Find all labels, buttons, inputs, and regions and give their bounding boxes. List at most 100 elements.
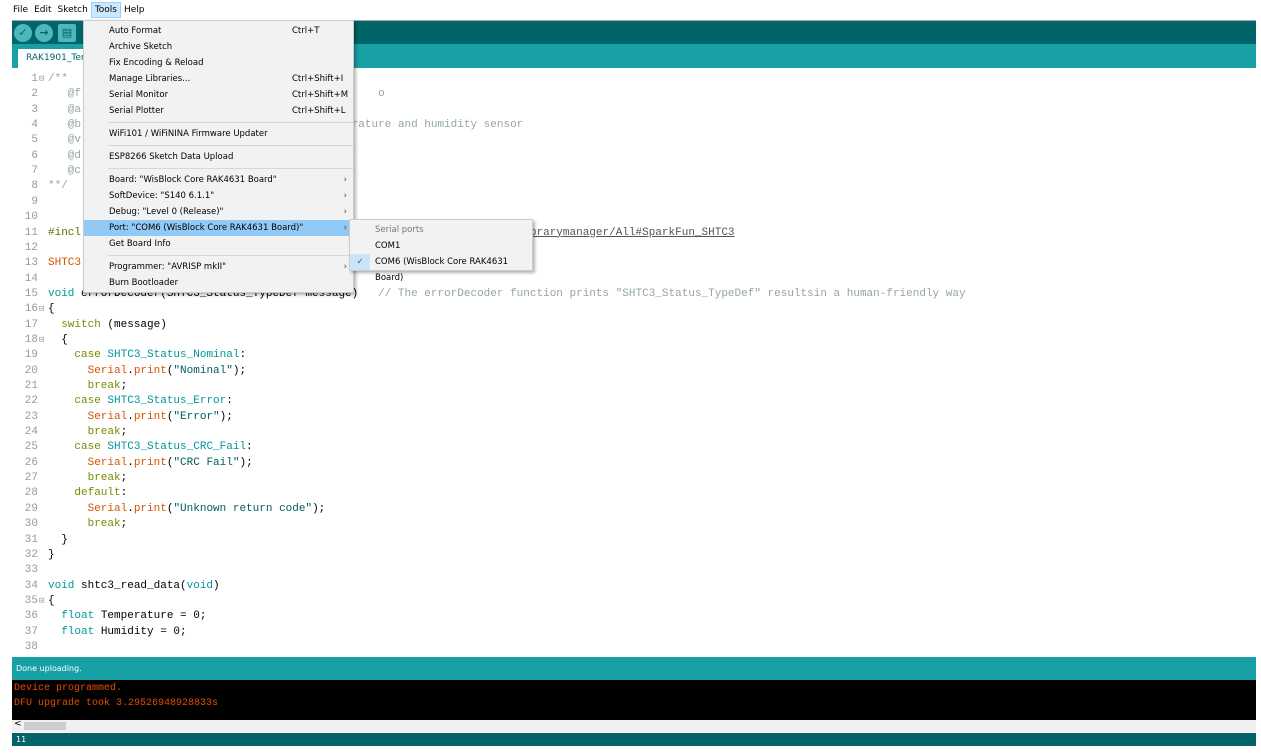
- verify-button[interactable]: ✓: [14, 24, 32, 42]
- code-token: shtc3_read_data(: [74, 579, 187, 592]
- line-number: 36: [24, 610, 38, 623]
- menu-item-label: SoftDevice: "S140 6.1.1": [109, 191, 215, 201]
- code-token: void: [48, 579, 75, 592]
- code-token: float: [61, 625, 95, 638]
- check-icon: ✓: [350, 254, 370, 270]
- line-number: 6: [31, 149, 38, 162]
- menu-sketch[interactable]: Sketch: [55, 3, 91, 17]
- menu-item-label: Programmer: "AVRISP mkII": [109, 262, 227, 272]
- line-number: 28: [24, 487, 38, 500]
- code-token: :: [120, 487, 128, 500]
- code-text: switch (message): [48, 318, 167, 333]
- menu-item[interactable]: Fix Encoding & Reload: [84, 55, 353, 71]
- code-token: default: [74, 487, 121, 500]
- fold-icon[interactable]: ⊟: [39, 333, 44, 348]
- port-item[interactable]: ✓ COM6 (WisBlock Core RAK4631 Board): [350, 254, 532, 283]
- menu-item[interactable]: Programmer: "AVRISP mkII" ›: [84, 259, 353, 275]
- menu-item-label: Auto Format: [109, 26, 162, 36]
- code-token: @v: [48, 134, 82, 147]
- line-number: 22: [24, 395, 38, 408]
- menu-edit[interactable]: Edit: [31, 3, 54, 17]
- code-token: @c: [48, 165, 82, 178]
- menu-item[interactable]: Debug: "Level 0 (Release)" ›: [84, 204, 353, 220]
- menu-item[interactable]: Board: "WisBlock Core RAK4631 Board" ›: [84, 172, 353, 188]
- menu-item[interactable]: Burn Bootloader: [84, 275, 353, 291]
- chevron-right-icon: ›: [343, 191, 347, 201]
- menu-item-label: Serial Plotter: [109, 106, 164, 116]
- menu-item-label: Debug: "Level 0 (Release)": [109, 207, 224, 217]
- code-token: /**: [48, 73, 68, 85]
- menu-help[interactable]: Help: [121, 3, 148, 17]
- fold-icon[interactable]: ⊟: [39, 302, 44, 317]
- tools-menu: Auto Format Ctrl+T Archive Sketch Fix Encod…: [83, 20, 354, 293]
- code-token: float: [61, 610, 95, 623]
- code-token: @a: [48, 103, 82, 116]
- code-token: {: [48, 303, 55, 316]
- code-text: {: [48, 302, 55, 317]
- line-number: 25: [24, 441, 38, 454]
- code-token: Serial: [87, 410, 128, 423]
- code-token: .: [127, 364, 134, 377]
- code-text: @c: [48, 164, 81, 179]
- menu-item[interactable]: Serial Monitor Ctrl+Shift+M: [84, 87, 353, 103]
- line-number: 2: [31, 88, 38, 101]
- line-number: 31: [24, 533, 38, 546]
- fold-icon[interactable]: ⊟: [39, 594, 44, 609]
- menu-item[interactable]: Auto Format Ctrl+T: [84, 23, 353, 39]
- code-token: :: [239, 349, 247, 362]
- line-number: 12: [24, 241, 38, 254]
- line-number: 13: [24, 257, 38, 270]
- menu-separator: [108, 122, 353, 123]
- code-token: SHTC3_Status_CRC_Fail: [107, 441, 247, 454]
- code-token: SHTC3: [48, 257, 82, 270]
- code-token: );: [219, 410, 233, 423]
- menu-item-label: Manage Libraries...: [109, 74, 191, 84]
- line-number: 29: [24, 502, 38, 515]
- code-text: Serial.print("Nominal");: [48, 364, 246, 379]
- code-token: void: [48, 287, 75, 300]
- menu-separator: [108, 168, 353, 169]
- chevron-right-icon: ›: [343, 262, 347, 272]
- scroll-left-icon[interactable]: <: [14, 719, 22, 729]
- menu-item[interactable]: SoftDevice: "S140 6.1.1" ›: [84, 188, 353, 204]
- code-token: #incl: [48, 226, 82, 239]
- menu-item-shortcut: Ctrl+Shift+L: [292, 106, 346, 116]
- fold-icon[interactable]: ⊟: [39, 72, 44, 87]
- menu-file[interactable]: File: [10, 3, 31, 17]
- menu-item[interactable]: Get Board Info: [84, 236, 353, 252]
- code-token: ;: [120, 426, 128, 439]
- console-line: Device programmed.: [14, 683, 123, 694]
- line-number: 8: [31, 180, 38, 193]
- port-item[interactable]: COM1: [350, 238, 532, 254]
- line-number: 1: [31, 73, 38, 85]
- menu-tools[interactable]: Tools: [90, 2, 121, 18]
- code-token: case: [74, 349, 101, 362]
- new-button[interactable]: ▤: [58, 24, 76, 42]
- horizontal-scrollbar[interactable]: <: [12, 719, 1256, 732]
- port-submenu: Serial ports COM1 ✓ COM6 (WisBlock Core RAK…: [349, 219, 533, 283]
- menu-item[interactable]: ESP8266 Sketch Data Upload: [84, 149, 353, 165]
- port-item-label: COM1: [375, 241, 401, 251]
- code-token: }: [48, 548, 55, 561]
- line-number: 24: [24, 426, 38, 439]
- menu-item[interactable]: Archive Sketch: [84, 39, 353, 55]
- code-text: }: [48, 548, 55, 563]
- menubar: File Edit Sketch Tools Help: [0, 0, 1261, 20]
- code-token: Humidity = 0;: [94, 625, 187, 638]
- menu-item[interactable]: WiFi101 / WiFiNINA Firmware Updater: [84, 126, 353, 142]
- upload-button[interactable]: →: [35, 24, 53, 42]
- scroll-thumb[interactable]: [24, 722, 66, 730]
- menu-item[interactable]: Serial Plotter Ctrl+Shift+L: [84, 103, 353, 119]
- code-token: ;: [120, 380, 128, 392]
- code-token: print: [133, 364, 167, 377]
- menu-item[interactable]: Manage Libraries... Ctrl+Shift+I: [84, 71, 353, 87]
- code-token: // The errorDecoder function prints "SHT…: [378, 287, 966, 300]
- menu-item[interactable]: Port: "COM6 (WisBlock Core RAK4631 Board…: [84, 220, 353, 236]
- code-token: ;: [120, 472, 128, 485]
- code-text: case SHTC3_Status_CRC_Fail:: [48, 440, 252, 455]
